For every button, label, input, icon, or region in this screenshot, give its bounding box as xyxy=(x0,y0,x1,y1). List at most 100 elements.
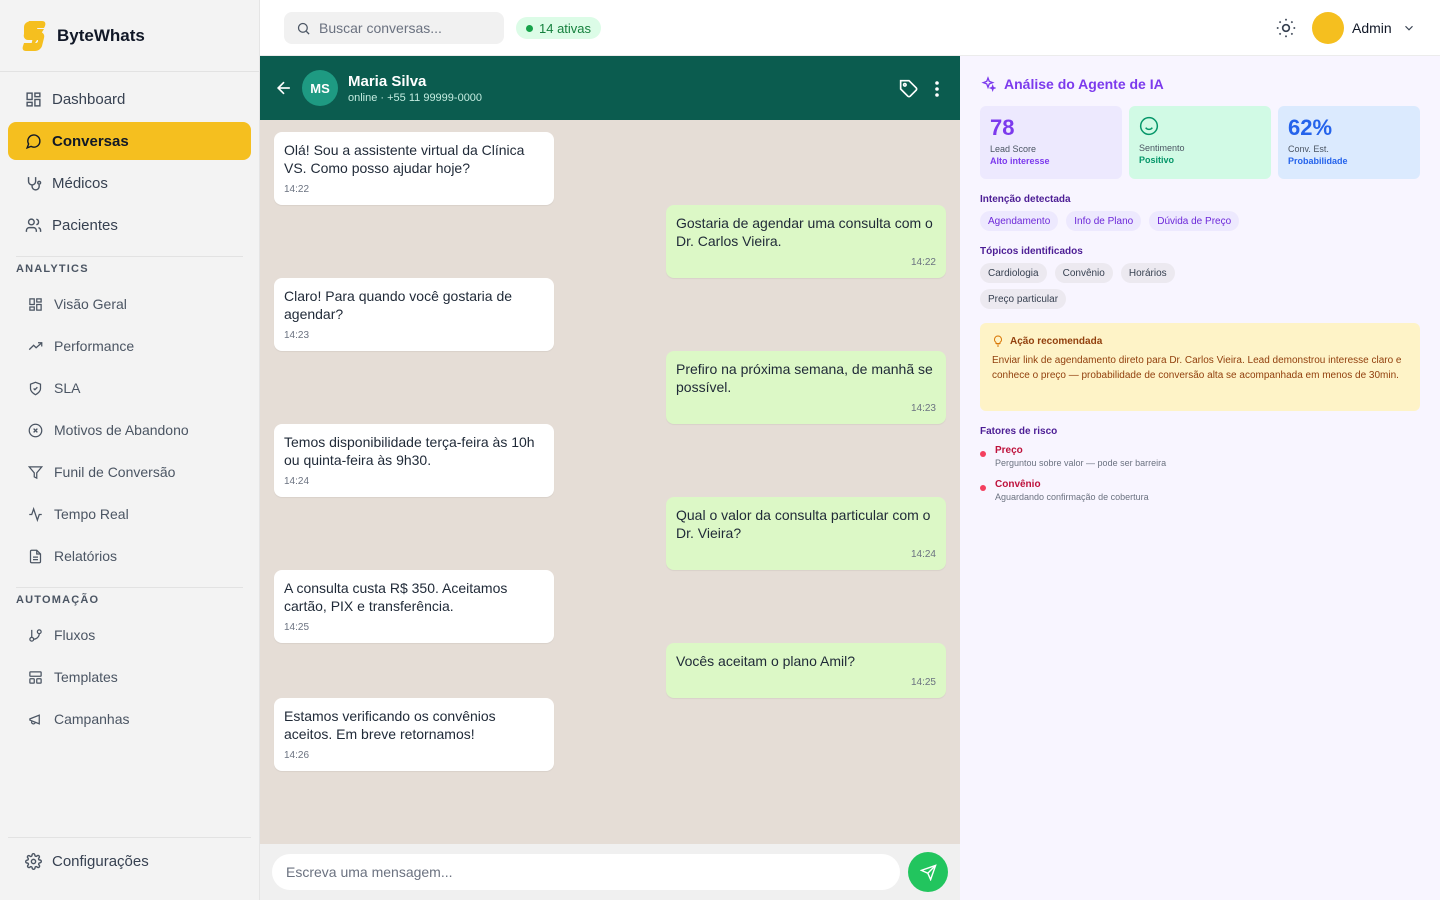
topic-chip[interactable]: Cardiologia xyxy=(980,263,1047,283)
sidebar-item-relatorios[interactable]: Relatórios xyxy=(8,537,251,575)
message-input[interactable] xyxy=(272,854,900,890)
arrow-left-icon[interactable] xyxy=(274,78,294,98)
intent-chip[interactable]: Info de Plano xyxy=(1066,211,1142,231)
sidebar-item-label: Visão Geral xyxy=(54,296,127,312)
git-branch-icon xyxy=(26,626,44,644)
trending-up-icon xyxy=(26,337,44,355)
topic-chip[interactable]: Preço particular xyxy=(980,289,1067,309)
message-list: Olá! Sou a assistente virtual da Clínica… xyxy=(260,120,960,844)
sidebar-item-campanhas[interactable]: Campanhas xyxy=(8,700,251,738)
sidebar-item-motivos-abandono[interactable]: Motivos de Abandono xyxy=(8,411,251,449)
user-name[interactable]: Admin xyxy=(1352,20,1392,36)
x-circle-icon xyxy=(26,421,44,439)
sidebar-item-templates[interactable]: Templates xyxy=(8,658,251,696)
sidebar-item-dashboard[interactable]: Dashboard xyxy=(8,80,251,118)
topic-chip[interactable]: Convênio xyxy=(1054,263,1113,283)
ai-analysis-panel: Análise do Agente de IA 78 Lead Score Al… xyxy=(960,56,1440,900)
message-text: A consulta custa R$ 350. Aceitamos cartã… xyxy=(284,580,508,614)
sidebar-item-configuracoes[interactable]: Configurações xyxy=(8,842,251,880)
sidebar-bottom: Configurações xyxy=(8,838,251,880)
message-time: 14:25 xyxy=(910,677,936,688)
risk-desc: Perguntou sobre valor — pode ser barreir… xyxy=(995,458,1167,468)
sidebar-item-pacientes[interactable]: Pacientes xyxy=(8,206,251,244)
megaphone-icon xyxy=(26,710,44,728)
recommended-action-text: Enviar link de agendamento direto para D… xyxy=(992,355,1402,381)
message-time: 14:22 xyxy=(284,184,310,195)
conversion-sub: Probabilidade xyxy=(1288,156,1348,166)
file-text-icon xyxy=(26,547,44,565)
risk-item: Preço Perguntou sobre valor — pode ser b… xyxy=(980,445,1166,468)
sidebar-item-label: Campanhas xyxy=(54,711,130,727)
sidebar-item-funil[interactable]: Funil de Conversão xyxy=(8,453,251,491)
contact-status: online · +55 11 99999-0000 xyxy=(348,92,483,104)
sidebar-item-label: Templates xyxy=(54,669,118,685)
sidebar-item-fluxos[interactable]: Fluxos xyxy=(8,616,251,654)
recommended-action: Ação recomendada Enviar link de agendame… xyxy=(980,323,1420,411)
sidebar-item-label: Configurações xyxy=(52,852,149,870)
analytics-nav: Visão Geral Performance SLA Motivos de A… xyxy=(0,277,259,575)
recommended-action-title: Ação recomendada xyxy=(992,335,1408,347)
sidebar-item-tempo-real[interactable]: Tempo Real xyxy=(8,495,251,533)
message-text: Qual o valor da consulta particular com … xyxy=(676,507,931,541)
risk-desc: Aguardando confirmação de cobertura xyxy=(995,492,1149,502)
sidebar: ByteWhats Dashboard Conversas Médicos Pa… xyxy=(0,0,260,900)
message-time: 14:24 xyxy=(284,476,310,487)
lead-score-label: Lead Score xyxy=(990,144,1037,154)
ai-panel-title: Análise do Agente de IA xyxy=(980,76,1164,92)
risk-item: Convênio Aguardando confirmação de cober… xyxy=(980,479,1149,502)
topics-label: Tópicos identificados xyxy=(980,246,1083,257)
conversion-value: 62% xyxy=(1288,115,1333,140)
intent-chips: Agendamento Info de Plano Dúvida de Preç… xyxy=(980,211,1420,231)
sidebar-item-label: Fluxos xyxy=(54,627,96,643)
brand-name: ByteWhats xyxy=(57,25,145,45)
message-outgoing: Qual o valor da consulta particular com … xyxy=(666,497,946,570)
message-text: Prefiro na próxima semana, de manhã se p… xyxy=(676,361,933,395)
sidebar-item-label: Funil de Conversão xyxy=(54,464,176,480)
tag-icon[interactable] xyxy=(899,79,919,99)
stethoscope-icon xyxy=(24,174,42,192)
send-button[interactable] xyxy=(908,852,948,892)
search-input[interactable] xyxy=(319,20,489,36)
sidebar-item-visao-geral[interactable]: Visão Geral xyxy=(8,285,251,323)
topbar: 14 ativas Admin xyxy=(260,0,1440,56)
section-label-analytics: ANALYTICS xyxy=(16,263,89,275)
ai-panel-title-text: Análise do Agente de IA xyxy=(1004,76,1164,92)
active-count-label: 14 ativas xyxy=(539,20,592,36)
conversion-card: 62% Conv. Est. Probabilidade xyxy=(1278,106,1420,179)
message-incoming: Claro! Para quando você gostaria de agen… xyxy=(274,278,554,351)
avatar[interactable] xyxy=(1312,12,1344,44)
message-time: 14:23 xyxy=(910,403,936,414)
brand[interactable]: ByteWhats xyxy=(0,0,259,72)
section-divider xyxy=(16,587,243,588)
search-icon xyxy=(297,22,310,35)
grid-icon xyxy=(26,295,44,313)
dashboard-icon xyxy=(24,90,42,108)
sidebar-item-label: Performance xyxy=(54,338,135,354)
sidebar-item-label: Conversas xyxy=(52,132,129,150)
sidebar-item-label: Médicos xyxy=(52,174,108,192)
contact-avatar: MS xyxy=(302,70,338,106)
sidebar-item-medicos[interactable]: Médicos xyxy=(8,164,251,202)
sidebar-item-label: Dashboard xyxy=(52,90,126,108)
sidebar-item-conversas[interactable]: Conversas xyxy=(8,122,251,160)
intent-chip[interactable]: Agendamento xyxy=(980,211,1059,231)
sentiment-value: Positivo xyxy=(1139,155,1175,165)
lead-score-card: 78 Lead Score Alto interesse xyxy=(980,106,1122,179)
more-vertical-icon[interactable] xyxy=(930,79,944,99)
sun-icon[interactable] xyxy=(1276,18,1296,38)
topic-chip[interactable]: Horários xyxy=(1120,263,1175,283)
chevron-down-icon[interactable] xyxy=(1402,21,1416,35)
sidebar-item-sla[interactable]: SLA xyxy=(8,369,251,407)
search-box[interactable] xyxy=(284,12,504,44)
users-icon xyxy=(24,216,42,234)
risk-name: Preço xyxy=(995,445,1023,456)
sidebar-item-performance[interactable]: Performance xyxy=(8,327,251,365)
active-count-badge: 14 ativas xyxy=(516,17,602,39)
automation-nav: Fluxos Templates Campanhas xyxy=(0,608,259,738)
message-incoming: Estamos verificando os convênios aceitos… xyxy=(274,698,554,771)
intent-chip[interactable]: Dúvida de Preço xyxy=(1149,211,1240,231)
message-time: 14:25 xyxy=(284,622,310,633)
section-divider xyxy=(16,256,243,257)
main-nav: Dashboard Conversas Médicos Pacientes xyxy=(0,72,259,244)
message-time: 14:26 xyxy=(284,750,310,761)
